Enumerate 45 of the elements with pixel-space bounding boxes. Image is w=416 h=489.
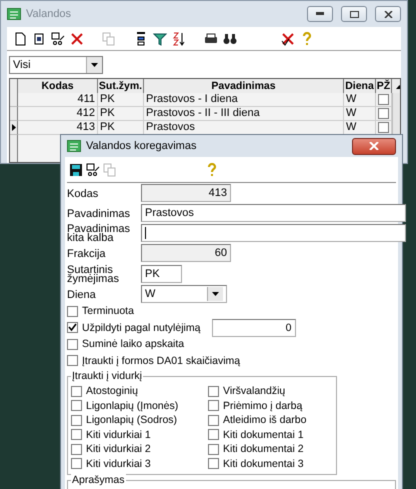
table-cell: 413	[18, 121, 98, 135]
checkbox-label: Ligonlapių (Įmonės)	[86, 400, 178, 412]
checkbox-label: Kiti vidurkiai 2	[86, 443, 151, 456]
checkbox-label: Priėmimo į darbą	[223, 400, 302, 412]
checkbox-label: Užpildyti pagal nutylėjimą	[82, 322, 200, 334]
checkbox-label: Terminuota	[82, 305, 134, 318]
checkbox-label: Atostoginių	[86, 385, 138, 398]
table-cell: W	[344, 107, 376, 121]
filter-dropdown[interactable]: Visi	[9, 56, 103, 74]
field-label: Frakcija	[67, 247, 107, 262]
table-cell: Prastovos - II - III diena	[144, 107, 344, 121]
table-cell: W	[344, 93, 376, 107]
input-field[interactable]: 60	[141, 244, 231, 262]
table-cell: 412	[18, 107, 98, 121]
input-field[interactable]: 413	[141, 184, 231, 202]
table-cell: Prastovos - I diena	[144, 93, 344, 107]
checkbox-label: Kiti vidurkiai 1	[86, 428, 151, 441]
day-dropdown[interactable]: W	[141, 284, 227, 303]
checkbox-label: Viršvalandžių	[223, 385, 286, 398]
dialog-title: Valandos koregavimas	[86, 140, 198, 152]
field-label: Pavadinimas	[67, 206, 131, 221]
field-label: Pavadinimas kita kalba	[67, 223, 131, 243]
table-cell: Prastovos	[144, 121, 344, 135]
field-label: Sutartinis žymėjimas	[67, 264, 120, 284]
checkbox-label: Įtraukti į formos DA01 skaičiavimą	[82, 354, 240, 367]
checkbox-label: Ligonlapių (Sodros)	[86, 414, 178, 426]
checkbox-label: Kiti dokumentai 2	[223, 443, 304, 456]
input-field[interactable]: Prastovos	[141, 204, 406, 222]
checkbox-label: Suminė laiko apskaita	[82, 338, 184, 350]
table-cell: PK	[98, 93, 144, 107]
checkbox-label: Kiti vidurkiai 3	[86, 458, 151, 470]
table-cell: 411	[18, 93, 98, 107]
checkbox-label: Kiti dokumentai 3	[223, 458, 304, 470]
table-cell: PK	[98, 121, 144, 135]
field-label: Diena	[67, 288, 97, 302]
window-title: Valandos	[26, 8, 72, 20]
group-title: Įtraukti į vidurkį	[71, 370, 144, 382]
field-label: Kodas	[67, 187, 100, 202]
checkbox-label: Kiti dokumentai 1	[223, 428, 304, 441]
table-cell: W	[344, 121, 376, 135]
group-title: Aprašymas	[71, 474, 126, 486]
input-field[interactable]: 0	[212, 318, 296, 337]
checkbox-label: Atleidimo iš darbo	[223, 414, 306, 426]
input-field[interactable]: PK	[141, 264, 182, 282]
table-cell: PK	[98, 107, 144, 121]
